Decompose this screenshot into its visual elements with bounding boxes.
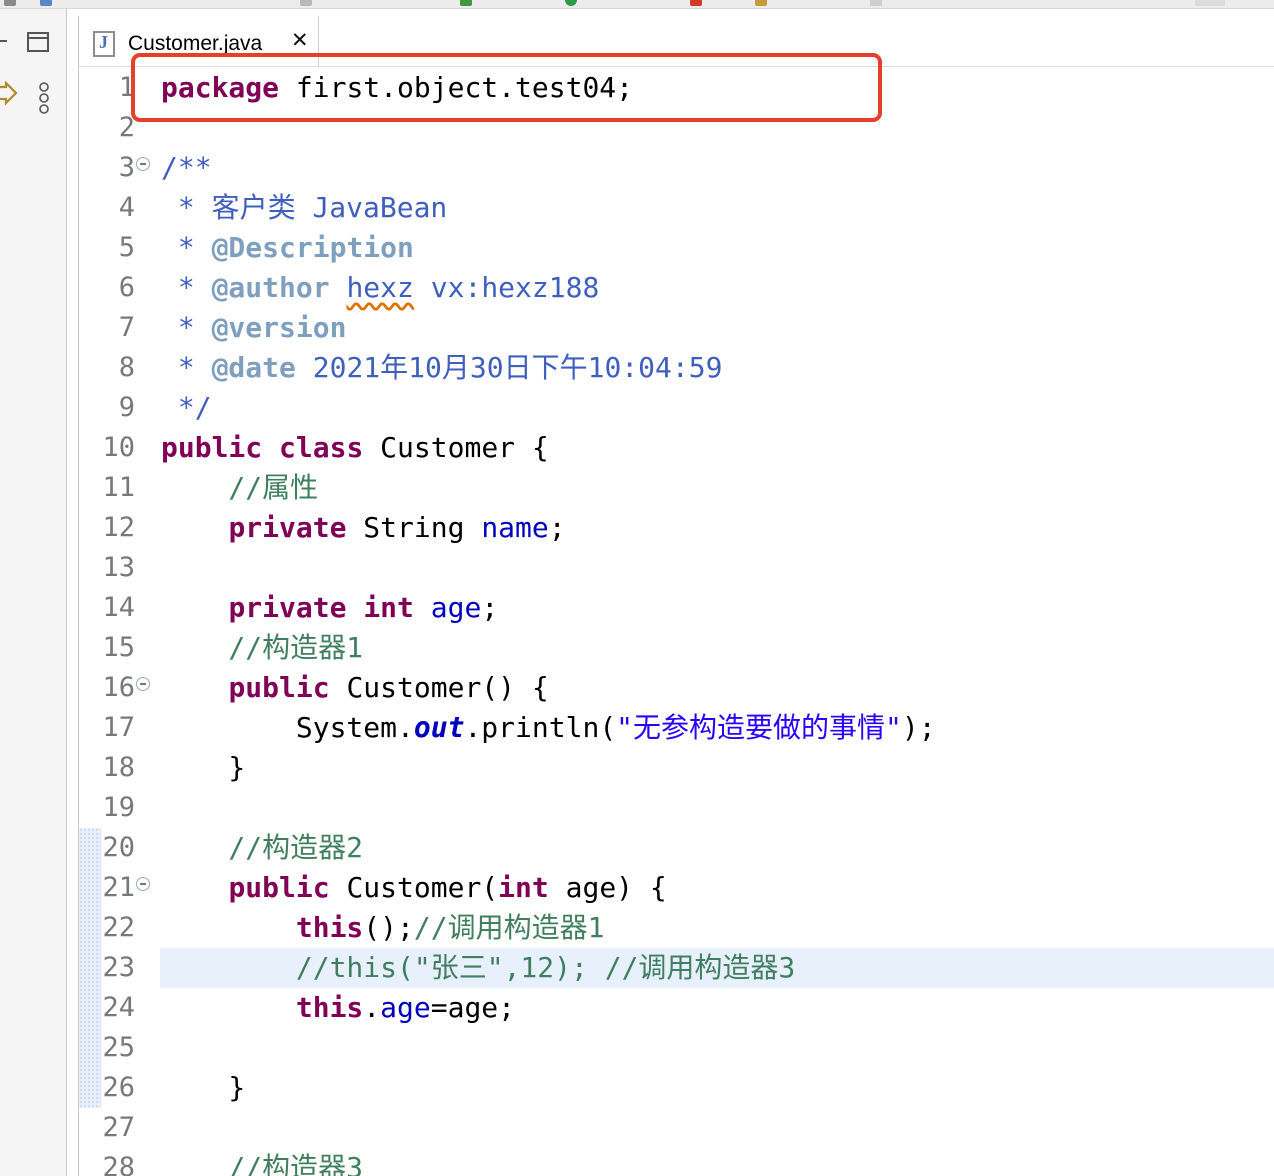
code-line-24: this.age=age; — [295, 991, 516, 1024]
fold-collapse-icon[interactable] — [136, 677, 150, 691]
annotation-highlight-box — [131, 53, 882, 122]
code-line-5: * @Description — [161, 231, 414, 264]
line-number: 5 — [118, 232, 135, 263]
line-number: 20 — [102, 832, 135, 863]
line-number: 13 — [102, 552, 135, 583]
java-file-icon: J — [93, 31, 115, 57]
toolbar-icon[interactable] — [40, 0, 52, 6]
line-number: 2 — [118, 112, 135, 143]
code-line-18: } — [161, 751, 246, 784]
java-file-icon-letter: J — [99, 32, 108, 52]
code-line-4: * 客户类 JavaBean — [161, 191, 448, 224]
code-line-6: * @author hexz vx:hexz188 — [161, 271, 600, 304]
line-number: 26 — [102, 1072, 135, 1103]
code-line-3: /** — [161, 151, 212, 184]
code-line-10: public class Customer { — [161, 431, 549, 464]
view-menu-icon[interactable] — [37, 82, 51, 116]
code-line-23: //this("张三",12); //调用构造器3 — [161, 951, 796, 984]
code-line-20: //构造器2 — [161, 831, 364, 864]
code-line-28: //构造器3 — [161, 1151, 364, 1176]
toolbar-icon[interactable] — [300, 0, 312, 6]
line-number: 9 — [118, 392, 135, 423]
line-number: 4 — [118, 192, 135, 223]
code-line-11: //属性 — [161, 471, 319, 504]
line-number: 1 — [118, 72, 135, 103]
line-number: 16 — [102, 672, 135, 703]
toolbar-icon[interactable] — [460, 0, 472, 6]
code-line-16: public Customer() { — [228, 671, 549, 704]
line-number: 12 — [102, 512, 135, 543]
code-line-7: * @version — [161, 311, 347, 344]
tab-close-icon[interactable]: ✕ — [291, 28, 309, 52]
code-editor[interactable]: J Customer.java ✕ 1 2 3 4 5 6 7 8 9 10 1… — [78, 16, 1274, 1176]
line-number: 11 — [102, 472, 135, 503]
line-number: 19 — [102, 792, 135, 823]
code-line-9: */ — [161, 391, 212, 424]
toolbar-icon[interactable] — [565, 0, 577, 6]
code-line-21: public Customer(int age) { — [228, 871, 667, 904]
fold-collapse-icon[interactable] — [136, 877, 150, 891]
line-number: 24 — [102, 992, 135, 1023]
line-number: 7 — [118, 312, 135, 343]
spelling-warning: hexz — [346, 271, 414, 304]
maximize-icon[interactable] — [27, 32, 49, 52]
line-number: 14 — [102, 592, 135, 623]
line-number: 6 — [118, 272, 135, 303]
line-number: 21 — [102, 872, 135, 903]
code-line-22: this();//调用构造器1 — [295, 911, 605, 944]
line-number: 15 — [102, 632, 135, 663]
link-editor-icon[interactable] — [0, 81, 18, 107]
line-number: 17 — [102, 712, 135, 743]
toolbar-icon[interactable] — [1195, 0, 1225, 6]
line-number: 3 — [118, 152, 135, 183]
toolbar-strip — [0, 0, 1274, 9]
line-number: 28 — [102, 1152, 135, 1176]
toolbar-icon[interactable] — [4, 0, 16, 6]
code-line-8: * @date 2021年10月30日下午10:04:59 — [161, 351, 723, 384]
code-line-12: private String name; — [228, 511, 566, 544]
toolbar-icon[interactable] — [870, 0, 882, 6]
line-number: 25 — [102, 1032, 135, 1063]
fold-collapse-icon[interactable] — [136, 157, 150, 171]
line-number: 23 — [102, 952, 135, 983]
line-number: 18 — [102, 752, 135, 783]
line-number: 8 — [118, 352, 135, 383]
toolbar-icon[interactable] — [755, 0, 767, 6]
code-line-26: } — [161, 1071, 246, 1104]
line-number: 10 — [102, 432, 135, 463]
toolbar-icon[interactable] — [690, 0, 702, 6]
line-number: 22 — [102, 912, 135, 943]
code-line-17: System.out.println("无参构造要做的事情"); — [161, 711, 936, 744]
side-panel — [0, 9, 67, 1176]
code-line-14: private int age; — [228, 591, 499, 624]
line-number: 27 — [102, 1112, 135, 1143]
minimize-icon[interactable] — [0, 34, 10, 48]
code-line-15: //构造器1 — [161, 631, 364, 664]
